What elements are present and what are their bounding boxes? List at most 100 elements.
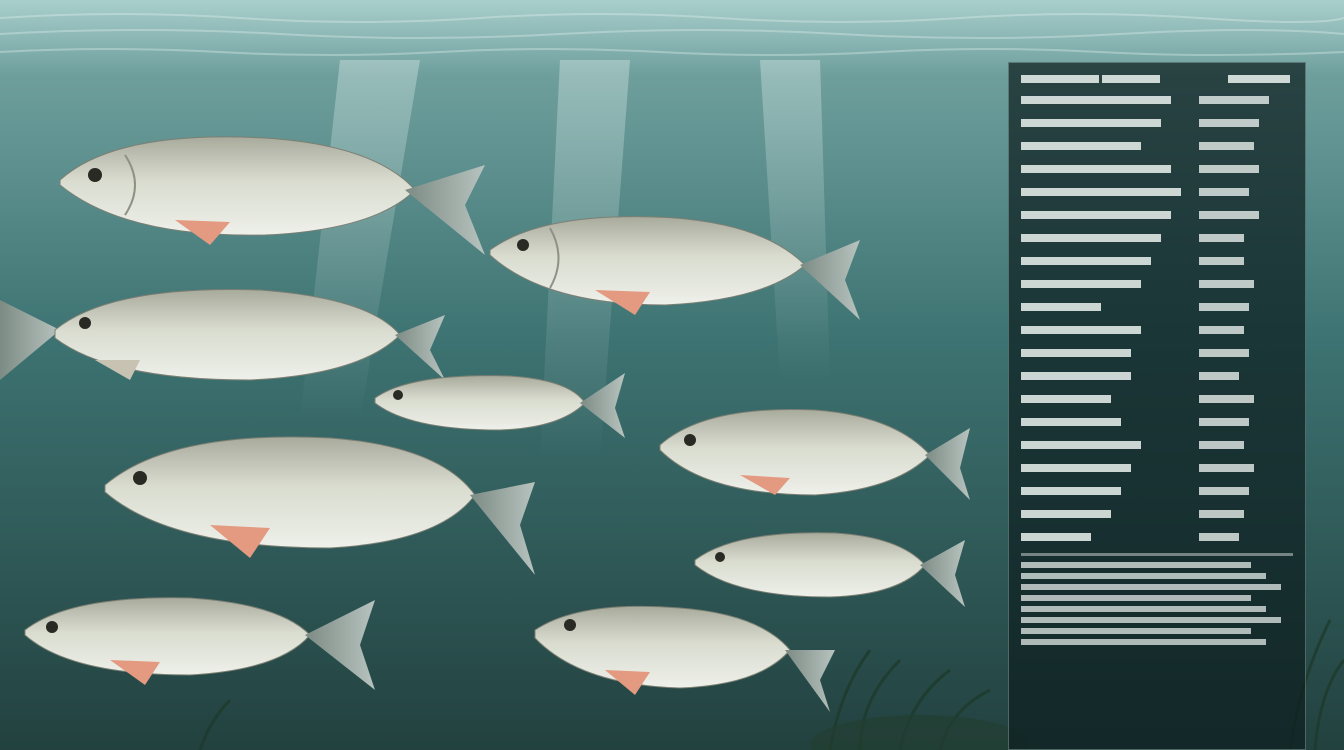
text-glyph — [1021, 371, 1131, 380]
panel-row — [1021, 135, 1293, 158]
text-glyph — [1021, 95, 1171, 104]
panel-row — [1021, 434, 1293, 457]
text-glyph — [1021, 417, 1121, 426]
text-glyph — [1199, 532, 1239, 541]
panel-row — [1021, 319, 1293, 342]
panel-header-right — [1228, 73, 1293, 85]
panel-rows — [1021, 89, 1293, 549]
text-glyph — [1021, 118, 1161, 127]
text-glyph — [1021, 616, 1281, 623]
text-glyph — [1021, 348, 1131, 357]
panel-row-left — [1021, 118, 1199, 130]
panel-row — [1021, 89, 1293, 112]
text-glyph — [1021, 187, 1181, 196]
panel-row-left — [1021, 417, 1199, 429]
panel-divider — [1021, 553, 1293, 556]
fish-2 — [489, 216, 860, 320]
info-panel — [1008, 62, 1306, 750]
text-glyph — [1199, 509, 1244, 518]
panel-row-left — [1021, 394, 1199, 406]
text-glyph — [1021, 233, 1161, 242]
fish-8 — [24, 597, 375, 690]
panel-row — [1021, 112, 1293, 135]
panel-row — [1021, 181, 1293, 204]
panel-footer-line — [1021, 626, 1293, 637]
text-glyph — [1021, 210, 1171, 219]
panel-row-right — [1199, 348, 1289, 360]
text-glyph — [1021, 256, 1151, 265]
panel-row-right — [1199, 532, 1289, 544]
text-glyph — [1021, 532, 1091, 541]
panel-row — [1021, 480, 1293, 503]
text-glyph — [1021, 583, 1281, 590]
text-glyph — [1199, 141, 1254, 150]
text-glyph — [1021, 572, 1266, 579]
text-glyph — [1021, 561, 1251, 568]
panel-footer — [1021, 560, 1293, 648]
text-glyph — [1021, 164, 1171, 173]
panel-row-right — [1199, 486, 1289, 498]
panel-row — [1021, 503, 1293, 526]
panel-row-left — [1021, 532, 1199, 544]
text-glyph — [1021, 141, 1141, 150]
fish-6 — [104, 436, 535, 575]
text-glyph — [1199, 118, 1259, 127]
fish-9 — [534, 605, 835, 712]
panel-row — [1021, 204, 1293, 227]
panel-row-left — [1021, 463, 1199, 475]
panel-row-right — [1199, 325, 1289, 337]
panel-row — [1021, 227, 1293, 250]
text-glyph — [1199, 279, 1254, 288]
panel-row-left — [1021, 509, 1199, 521]
panel-row — [1021, 158, 1293, 181]
text-glyph — [1199, 417, 1249, 426]
text-glyph — [1199, 486, 1249, 495]
panel-row-left — [1021, 440, 1199, 452]
panel-row-left — [1021, 371, 1199, 383]
panel-row-right — [1199, 371, 1289, 383]
panel-row — [1021, 342, 1293, 365]
panel-footer-line — [1021, 604, 1293, 615]
panel-header — [1021, 73, 1293, 85]
text-glyph — [1199, 256, 1244, 265]
text-glyph — [1021, 627, 1251, 634]
panel-row-right — [1199, 302, 1289, 314]
panel-footer-line — [1021, 593, 1293, 604]
text-glyph — [1021, 594, 1251, 601]
panel-row-left — [1021, 486, 1199, 498]
panel-row-right — [1199, 164, 1289, 176]
text-glyph — [1021, 486, 1121, 495]
panel-row-right — [1199, 417, 1289, 429]
panel-row — [1021, 457, 1293, 480]
panel-row-right — [1199, 187, 1289, 199]
text-glyph — [1199, 187, 1249, 196]
text-glyph — [1199, 325, 1244, 334]
panel-footer-line — [1021, 571, 1293, 582]
text-glyph — [1021, 325, 1141, 334]
panel-row-left — [1021, 233, 1199, 245]
text-glyph — [1199, 95, 1269, 104]
text-glyph — [1199, 394, 1254, 403]
panel-row — [1021, 273, 1293, 296]
underwater-scene — [0, 0, 1344, 750]
fish-1 — [59, 136, 485, 255]
panel-row — [1021, 296, 1293, 319]
panel-row-left — [1021, 302, 1199, 314]
text-glyph — [1199, 302, 1249, 311]
text-glyph — [1021, 509, 1111, 518]
text-glyph — [1021, 638, 1266, 645]
text-glyph — [1021, 440, 1141, 449]
panel-row-right — [1199, 118, 1289, 130]
text-glyph — [1021, 605, 1266, 612]
text-glyph — [1021, 463, 1131, 472]
panel-row-right — [1199, 279, 1289, 291]
panel-row — [1021, 411, 1293, 434]
panel-row — [1021, 526, 1293, 549]
panel-row-right — [1199, 233, 1289, 245]
panel-row-left — [1021, 279, 1199, 291]
text-glyph — [1199, 233, 1244, 242]
text-glyph — [1199, 440, 1244, 449]
panel-row-left — [1021, 210, 1199, 222]
text-glyph — [1021, 394, 1111, 403]
panel-header-left — [1021, 73, 1163, 85]
